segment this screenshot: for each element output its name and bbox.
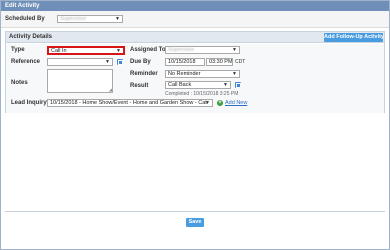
due-by-time-input[interactable]: 03:30 PM [206, 58, 233, 66]
chevron-down-icon: ▼ [205, 100, 210, 106]
scheduled-by-label: Scheduled By [5, 16, 45, 22]
chevron-down-icon: ▼ [115, 16, 120, 22]
result-label: Result [130, 83, 149, 89]
reminder-value: No Reminder [168, 71, 201, 77]
reminder-label: Reminder [130, 71, 158, 77]
completed-text: Completed : 10/15/2018 3:25 PM [165, 91, 239, 97]
lead-inquiry-value: 10/15/2018 - Home Show/Event - Home and … [50, 100, 207, 106]
due-by-label: Due By [130, 59, 151, 65]
chevron-down-icon: ▼ [116, 48, 121, 54]
plus-icon[interactable]: + [217, 100, 223, 106]
chevron-down-icon: ▼ [232, 47, 237, 53]
notes-textarea[interactable]: ◢ [47, 69, 113, 93]
assigned-to-label: Assigned To [130, 47, 166, 53]
window-title: Edit Activity [1, 1, 389, 11]
add-new-link[interactable]: Add New [225, 100, 247, 106]
reference-label: Reference [11, 59, 41, 65]
due-by-date-input[interactable]: 10/15/2018 [165, 58, 205, 66]
chevron-down-icon: ▼ [105, 59, 110, 65]
type-value: Call In [51, 48, 67, 54]
scheduled-by-select[interactable]: Supervisor ▼ [57, 15, 123, 23]
scheduled-by-value: Supervisor [60, 16, 87, 22]
chevron-down-icon: ▼ [232, 71, 237, 77]
activity-details-title: Activity Details [9, 34, 53, 40]
resize-handle-icon[interactable]: ◢ [109, 88, 112, 92]
reference-select[interactable]: ▼ [47, 58, 113, 66]
lookup-icon[interactable] [117, 59, 123, 65]
activity-details-header: Activity Details Add Follow-Up Activity [6, 32, 384, 43]
lead-inquiry-label: Lead Inquiry* [11, 100, 50, 106]
type-select[interactable]: Call In ▼ [47, 46, 125, 55]
add-follow-up-activity-button[interactable]: Add Follow-Up Activity [324, 33, 384, 42]
timezone-label: CDT [235, 59, 246, 65]
result-select[interactable]: Call Back ▼ [165, 81, 231, 89]
type-label: Type [11, 47, 25, 53]
edit-activity-window: Edit Activity Scheduled By Supervisor ▼ … [0, 0, 390, 250]
activity-details-panel: Activity Details Add Follow-Up Activity … [5, 31, 385, 113]
detail-icon[interactable] [235, 82, 241, 88]
assigned-to-select[interactable]: Supervisor ▼ [165, 46, 240, 54]
footer-divider [5, 211, 385, 212]
scheduled-by-row: Scheduled By Supervisor ▼ [1, 11, 389, 28]
activity-details-body: Type Call In ▼ Reference ▼ Notes ◢ Lead … [6, 44, 384, 113]
lead-inquiry-select[interactable]: 10/15/2018 - Home Show/Event - Home and … [47, 99, 213, 107]
assigned-to-value: Supervisor [168, 47, 195, 53]
save-button[interactable]: Save [186, 218, 204, 227]
reminder-select[interactable]: No Reminder ▼ [165, 70, 240, 78]
notes-label: Notes [11, 80, 28, 86]
chevron-down-icon: ▼ [223, 82, 228, 88]
result-value: Call Back [168, 82, 192, 88]
